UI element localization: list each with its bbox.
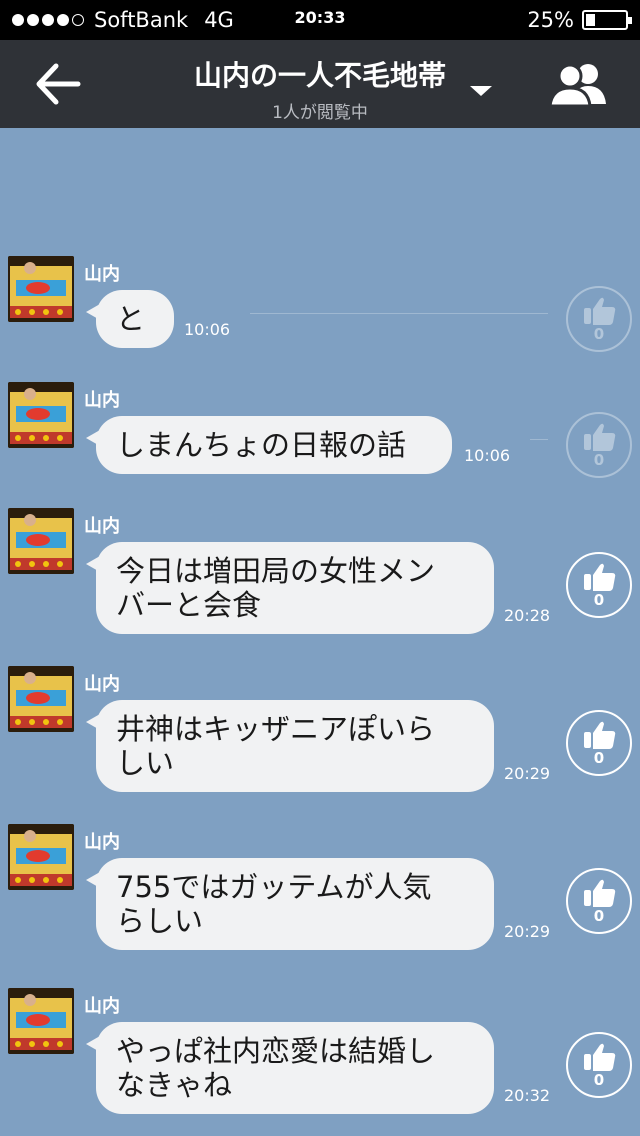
message-time: 10:06 bbox=[184, 320, 231, 339]
thumbs-up-icon bbox=[584, 1043, 616, 1071]
sender-name: 山内 bbox=[84, 264, 120, 285]
members-button[interactable] bbox=[546, 60, 610, 108]
message-item: 山内今日は増田局の女性メン バーと会食 20:28 0 bbox=[0, 506, 640, 656]
viewer-count: 1人が閲覧中 bbox=[272, 103, 368, 123]
message-text-line: 今日は増田局の女性メン bbox=[116, 554, 436, 588]
like-count: 0 bbox=[593, 325, 605, 343]
avatar[interactable] bbox=[8, 508, 74, 574]
message-bubble[interactable]: しまんちょの日報の話 bbox=[86, 416, 452, 474]
message-bubble[interactable]: 今日は増田局の女性メン バーと会食 bbox=[86, 542, 494, 634]
message-text-line: やっぱ社内恋愛は結婚し bbox=[116, 1034, 436, 1068]
like-count: 0 bbox=[593, 749, 605, 767]
chat-title: 山内の一人不毛地帯 bbox=[193, 59, 446, 92]
sender-name: 山内 bbox=[84, 832, 120, 853]
like-count: 0 bbox=[593, 1071, 605, 1089]
divider bbox=[250, 313, 548, 314]
sender-name: 山内 bbox=[84, 516, 120, 537]
thumbs-up-icon bbox=[584, 297, 616, 325]
message-text-line: なきゃね bbox=[116, 1068, 233, 1102]
message-item: 山内 755ではガッテムが人気 らしい 20:29 0 bbox=[0, 822, 640, 972]
avatar[interactable] bbox=[8, 256, 74, 322]
message-text-line: 755ではガッテムが人気 bbox=[116, 870, 432, 904]
like-button[interactable]: 0 bbox=[566, 412, 632, 478]
message-list[interactable]: 視力は鍛えれば治るという話10:06 2 山内と10:06 0 山内しまんちょの… bbox=[0, 128, 640, 1136]
avatar[interactable] bbox=[8, 824, 74, 890]
avatar[interactable] bbox=[8, 666, 74, 732]
message-bubble[interactable]: やっぱ社内恋愛は結婚し なきゃね bbox=[86, 1022, 494, 1114]
sender-name: 山内 bbox=[84, 390, 120, 411]
thumbs-up-icon bbox=[584, 423, 616, 451]
like-button[interactable]: 0 bbox=[566, 710, 632, 776]
sender-name: 山内 bbox=[84, 996, 120, 1017]
status-bar: SoftBank 4G 20:33 25% bbox=[0, 0, 640, 40]
message-item: 山内やっぱ社内恋愛は結婚し なきゃね 20:32 0 bbox=[0, 986, 640, 1136]
message-item: 視力は鍛えれば治るという話10:06 2 bbox=[0, 128, 640, 148]
divider bbox=[530, 439, 548, 440]
message-text-line: バーと会食 bbox=[116, 588, 262, 622]
message-time: 20:29 bbox=[504, 922, 551, 941]
members-icon bbox=[548, 63, 606, 108]
avatar[interactable] bbox=[8, 382, 74, 448]
message-time: 20:32 bbox=[504, 1086, 551, 1105]
like-count: 0 bbox=[593, 907, 605, 925]
chevron-down-icon[interactable] bbox=[470, 86, 492, 96]
thumbs-up-icon bbox=[584, 563, 616, 591]
message-bubble[interactable]: 井神はキッザニアぽいら しい bbox=[86, 700, 494, 792]
like-button[interactable]: 0 bbox=[566, 552, 632, 618]
message-text-line: らしい bbox=[116, 904, 204, 938]
sender-name: 山内 bbox=[84, 674, 120, 695]
message-item: 山内井神はキッザニアぽいら しい 20:29 0 bbox=[0, 664, 640, 814]
thumbs-up-icon bbox=[584, 879, 616, 907]
message-text-line: と bbox=[116, 302, 146, 336]
like-button[interactable]: 0 bbox=[566, 868, 632, 934]
battery-percent: 25% bbox=[527, 8, 574, 32]
message-bubble[interactable]: 755ではガッテムが人気 らしい bbox=[86, 858, 494, 950]
chat-title-area[interactable]: 山内の一人不毛地帯 1人が閲覧中 bbox=[0, 54, 640, 123]
message-text-line: 井神はキッザニアぽいら bbox=[116, 712, 436, 746]
like-button[interactable]: 0 bbox=[566, 1032, 632, 1098]
message-time: 20:29 bbox=[504, 764, 551, 783]
avatar[interactable] bbox=[8, 988, 74, 1054]
message-bubble[interactable]: と bbox=[86, 290, 174, 348]
like-count: 0 bbox=[593, 591, 605, 609]
like-count: 0 bbox=[593, 451, 605, 469]
message-time: 10:06 bbox=[464, 446, 511, 465]
message-text-line: しまんちょの日報の話 bbox=[116, 428, 407, 462]
thumbs-up-icon bbox=[584, 721, 616, 749]
chat-header: 山内の一人不毛地帯 1人が閲覧中 bbox=[0, 40, 640, 128]
message-time: 20:28 bbox=[504, 606, 551, 625]
battery-icon bbox=[582, 10, 632, 30]
like-button[interactable]: 0 bbox=[566, 286, 632, 352]
message-text-line: しい bbox=[116, 746, 175, 780]
